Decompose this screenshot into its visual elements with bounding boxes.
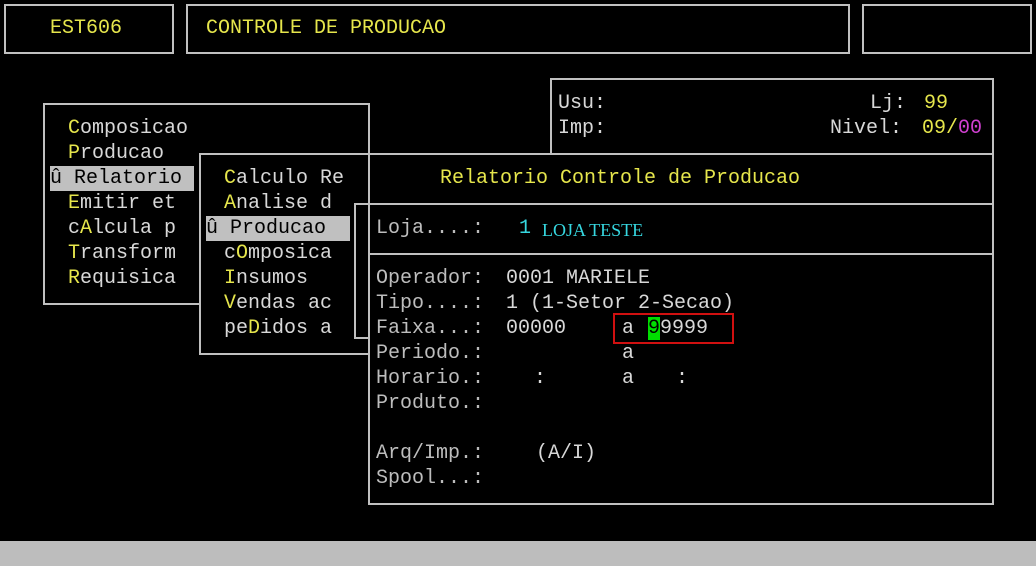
submenu-item-vendas[interactable]: Vendas ac [212, 291, 332, 316]
horario-separator: a [622, 367, 635, 390]
dialog-separator-1 [368, 203, 994, 205]
loja-label: Loja....: [376, 217, 485, 240]
menu-item-composicao[interactable]: Composicao [56, 116, 188, 141]
arq-imp-hint: (A/I) [536, 442, 597, 465]
loja-code-field[interactable]: 1 [519, 216, 531, 241]
menu-item-calcula[interactable]: cAlcula p [56, 216, 176, 241]
menu-item-transform[interactable]: Transform [56, 241, 176, 266]
lj-value: 99 [924, 92, 949, 115]
lj-label: Lj: [870, 92, 907, 115]
terminal-screen: { "header": { "program_code": "EST606", … [0, 0, 1036, 566]
horario-to-colon: : [676, 367, 689, 390]
periodo-separator: a [622, 342, 635, 365]
faixa-from-field[interactable]: 00000 [506, 316, 566, 341]
submenu-item-composica[interactable]: cOmposica [212, 241, 332, 266]
arq-imp-label: Arq/Imp.: [376, 442, 485, 465]
tipo-label: Tipo....: [376, 292, 485, 315]
menu-item-emitir[interactable]: Emitir et [56, 191, 176, 216]
produto-label: Produto.: [376, 392, 485, 415]
menu-item-relatorio-selected[interactable]: û Relatorio [50, 166, 194, 191]
program-code: EST606 [50, 17, 123, 40]
operador-field[interactable]: 0001 MARIELE [506, 266, 650, 291]
menu-item-requisica[interactable]: Requisica [56, 266, 176, 291]
usu-label: Usu: [558, 92, 607, 115]
status-bar [0, 541, 1036, 566]
faixa-label: Faixa...: [376, 317, 485, 340]
horario-label: Horario.: [376, 367, 485, 390]
submenu-item-pedidos[interactable]: peDidos a [212, 316, 332, 341]
submenu-item-producao-selected[interactable]: û Producao [206, 216, 350, 241]
dialog-separator-2 [368, 253, 994, 255]
focus-highlight-box [613, 313, 734, 344]
horario-from-colon: : [534, 367, 547, 390]
nivel-value: 09/ [922, 117, 959, 140]
submenu-item-insumos[interactable]: Insumos [212, 266, 308, 291]
submenu-item-analise[interactable]: Analise d [212, 191, 332, 216]
right-header-box [862, 4, 1032, 54]
menu-item-producao[interactable]: Producao [56, 141, 164, 166]
spool-label: Spool...: [376, 467, 485, 490]
nivel-label: Nivel: [830, 117, 903, 140]
periodo-label: Periodo.: [376, 342, 485, 365]
screen-title: CONTROLE DE PRODUCAO [206, 17, 447, 40]
submenu-item-calculo[interactable]: Calculo Re [212, 166, 344, 191]
operador-label: Operador: [376, 267, 485, 290]
dialog-title: Relatorio Controle de Producao [440, 167, 801, 190]
imp-label: Imp: [558, 117, 607, 140]
loja-name: LOJA TESTE [542, 220, 644, 240]
nivel-value-suffix: 00 [958, 117, 983, 140]
